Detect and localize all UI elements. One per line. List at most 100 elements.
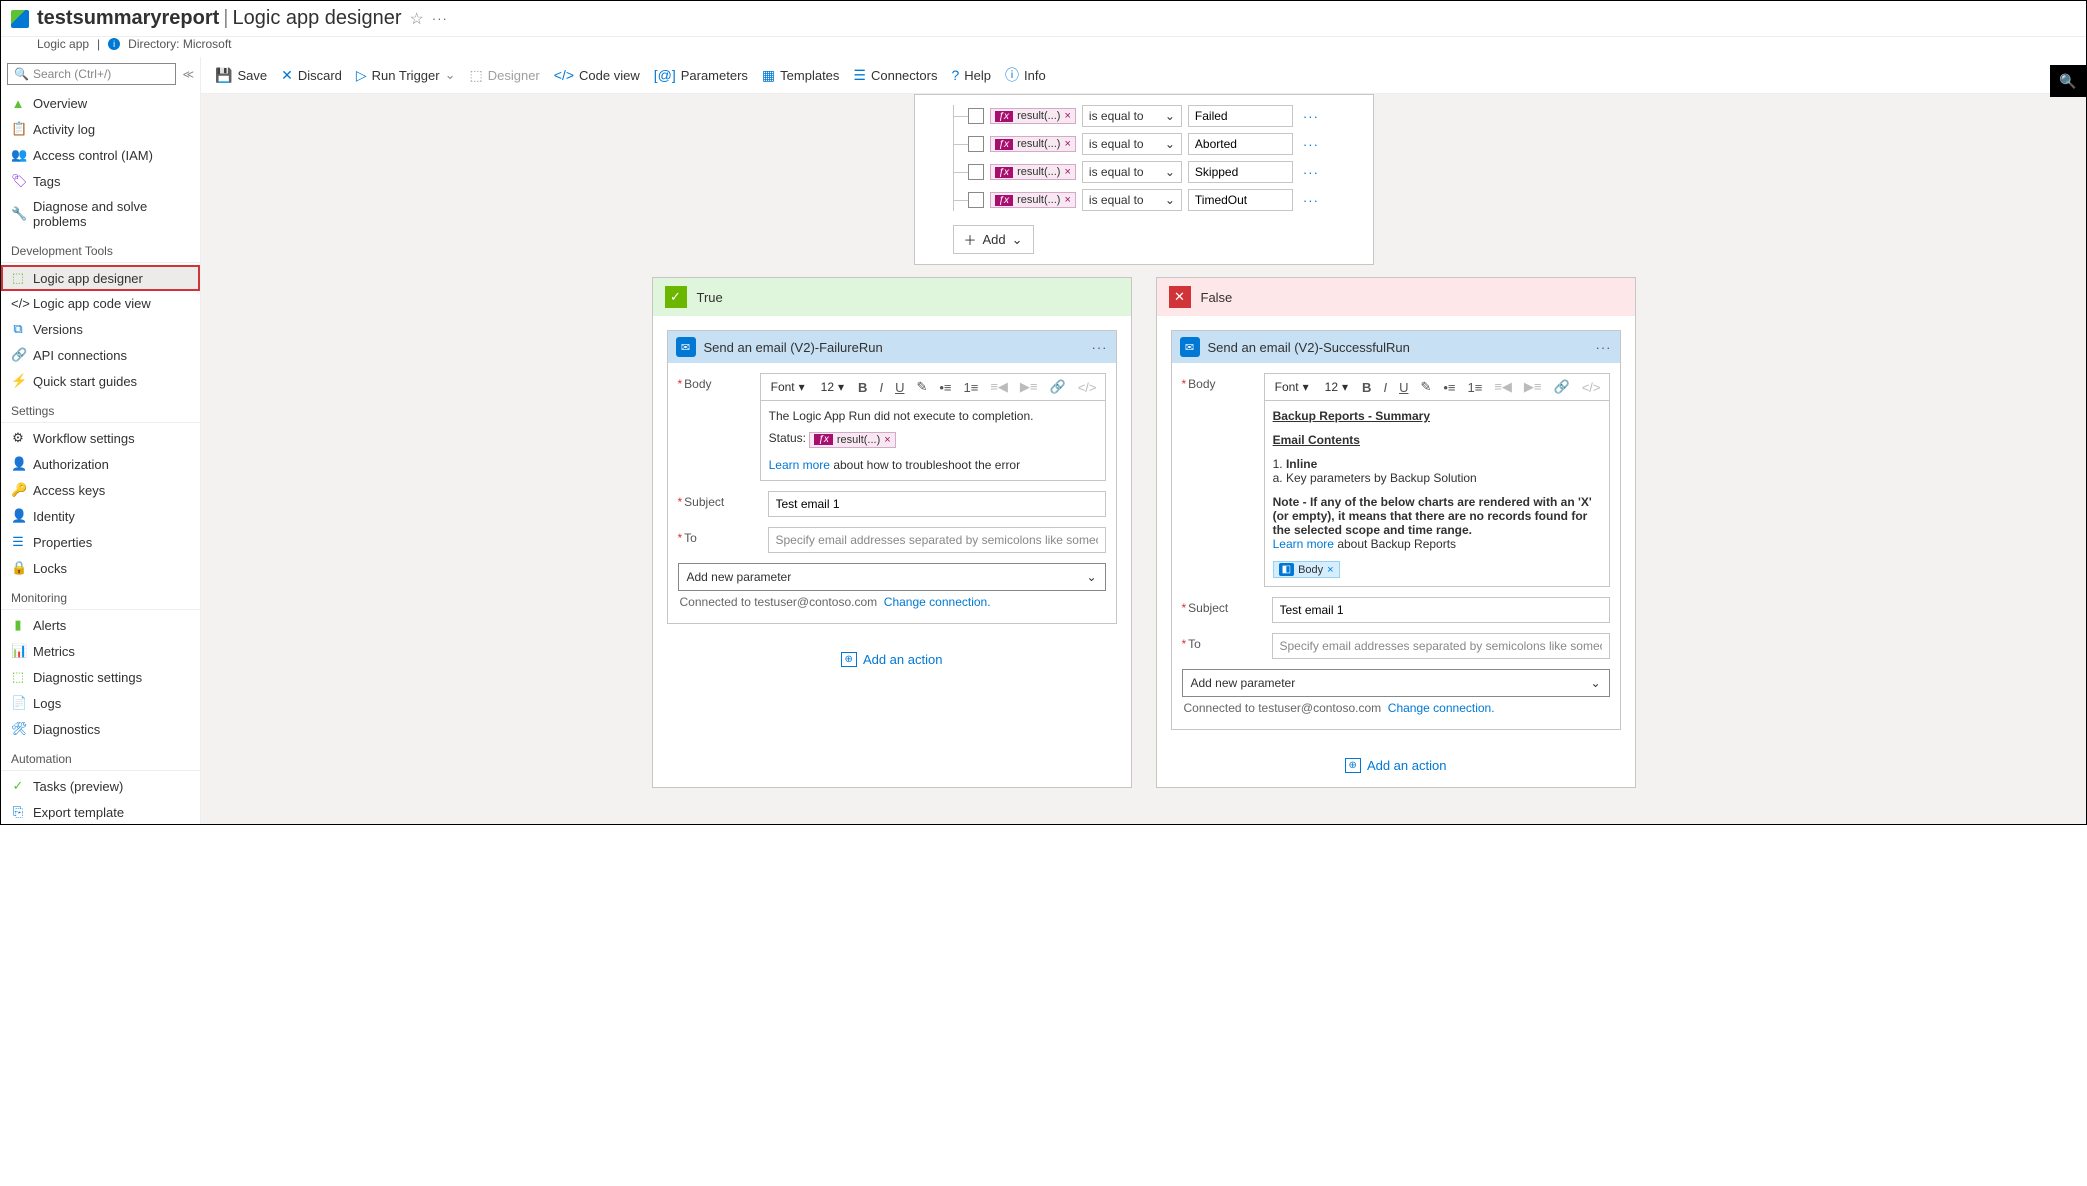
value-input[interactable] xyxy=(1188,133,1293,155)
link-icon[interactable]: 🔗 xyxy=(1048,379,1068,395)
nav-versions[interactable]: ⧉Versions xyxy=(1,316,200,342)
remove-token-icon[interactable]: × xyxy=(1064,166,1070,178)
operator-select[interactable]: is equal to⌄ xyxy=(1082,161,1182,183)
nav-iam[interactable]: 👥Access control (IAM) xyxy=(1,142,200,168)
nav-keys[interactable]: 🔑Access keys xyxy=(1,477,200,503)
add-parameter-select[interactable]: Add new parameter⌄ xyxy=(678,563,1106,591)
font-select[interactable]: Font ▾ xyxy=(1271,378,1313,396)
operator-select[interactable]: is equal to⌄ xyxy=(1082,105,1182,127)
connectors-button[interactable]: ☰Connectors xyxy=(853,67,937,84)
nav-workflow[interactable]: ⚙Workflow settings xyxy=(1,425,200,451)
nav-activity[interactable]: 📋Activity log xyxy=(1,116,200,142)
bold-icon[interactable]: B xyxy=(856,380,869,395)
nav-quick[interactable]: ⚡Quick start guides xyxy=(1,368,200,394)
nav-auth[interactable]: 👤Authorization xyxy=(1,451,200,477)
edit-icon[interactable]: ✎ xyxy=(914,379,929,395)
row-checkbox[interactable] xyxy=(968,136,984,152)
indent-icon[interactable]: ▶≡ xyxy=(1018,379,1040,395)
card-header[interactable]: ✉ Send an email (V2)-SuccessfulRun ··· xyxy=(1172,331,1620,363)
code-view-button[interactable]: </>Code view xyxy=(554,67,640,83)
remove-token-icon[interactable]: × xyxy=(1064,138,1070,150)
operator-select[interactable]: is equal to⌄ xyxy=(1082,133,1182,155)
false-branch-header[interactable]: ✕ False xyxy=(1157,278,1635,316)
subject-input[interactable] xyxy=(768,491,1106,517)
value-input[interactable] xyxy=(1188,161,1293,183)
outdent-icon[interactable]: ≡◀ xyxy=(988,379,1010,395)
remove-token-icon[interactable]: × xyxy=(1064,110,1070,122)
expression-token[interactable]: ƒxresult(...)× xyxy=(990,164,1076,180)
subject-input[interactable] xyxy=(1272,597,1610,623)
nav-diagnostics[interactable]: 🛠Diagnostics xyxy=(1,716,200,742)
row-more-icon[interactable]: ··· xyxy=(1299,109,1323,124)
expression-token[interactable]: ƒxresult(...)× xyxy=(990,108,1076,124)
italic-icon[interactable]: I xyxy=(1381,380,1389,395)
run-trigger-button[interactable]: ▷Run Trigger⌄ xyxy=(356,67,456,84)
add-parameter-select[interactable]: Add new parameter⌄ xyxy=(1182,669,1610,697)
font-select[interactable]: Font ▾ xyxy=(767,378,809,396)
nav-codeview[interactable]: </>Logic app code view xyxy=(1,291,200,316)
remove-token-icon[interactable]: × xyxy=(1327,564,1333,576)
remove-token-icon[interactable]: × xyxy=(1064,194,1070,206)
discard-button[interactable]: ✕Discard xyxy=(281,67,342,84)
nav-locks[interactable]: 🔒Locks xyxy=(1,555,200,581)
nav-designer[interactable]: ⬚Logic app designer xyxy=(1,265,200,291)
nav-alerts[interactable]: ▮Alerts xyxy=(1,612,200,638)
add-condition-button[interactable]: ＋Add⌄ xyxy=(953,225,1034,254)
operator-select[interactable]: is equal to⌄ xyxy=(1082,189,1182,211)
edit-icon[interactable]: ✎ xyxy=(1418,379,1433,395)
remove-token-icon[interactable]: × xyxy=(884,434,890,446)
bullets-icon[interactable]: •≡ xyxy=(937,380,953,395)
row-checkbox[interactable] xyxy=(968,108,984,124)
templates-button[interactable]: ▦Templates xyxy=(762,67,839,84)
expression-token[interactable]: ƒxresult(...)× xyxy=(990,192,1076,208)
code-icon[interactable]: </> xyxy=(1580,380,1603,395)
save-button[interactable]: 💾Save xyxy=(215,67,267,84)
row-checkbox[interactable] xyxy=(968,192,984,208)
card-more-icon[interactable]: ··· xyxy=(1596,340,1612,355)
italic-icon[interactable]: I xyxy=(877,380,885,395)
favorite-icon[interactable]: ☆ xyxy=(410,9,424,29)
nav-overview[interactable]: ▲Overview xyxy=(1,91,200,116)
sidebar-search[interactable]: 🔍 Search (Ctrl+/) xyxy=(7,63,176,85)
size-select[interactable]: 12 ▾ xyxy=(1321,378,1352,396)
underline-icon[interactable]: U xyxy=(893,380,906,395)
numbered-icon[interactable]: 1≡ xyxy=(1466,380,1485,395)
size-select[interactable]: 12 ▾ xyxy=(817,378,848,396)
indent-icon[interactable]: ▶≡ xyxy=(1522,379,1544,395)
value-input[interactable] xyxy=(1188,189,1293,211)
row-more-icon[interactable]: ··· xyxy=(1299,193,1323,208)
nav-logs[interactable]: 📄Logs xyxy=(1,690,200,716)
card-header[interactable]: ✉ Send an email (V2)-FailureRun ··· xyxy=(668,331,1116,363)
designer-button[interactable]: ⬚Designer xyxy=(470,67,540,84)
change-connection-link[interactable]: Change connection. xyxy=(1388,701,1495,715)
nav-diagnose[interactable]: 🔧Diagnose and solve problems xyxy=(1,194,200,234)
header-more-icon[interactable]: ··· xyxy=(432,11,448,26)
nav-diagset[interactable]: ⬚Diagnostic settings xyxy=(1,664,200,690)
nav-identity[interactable]: 👤Identity xyxy=(1,503,200,529)
link-icon[interactable]: 🔗 xyxy=(1552,379,1572,395)
card-more-icon[interactable]: ··· xyxy=(1092,340,1108,355)
row-more-icon[interactable]: ··· xyxy=(1299,165,1323,180)
to-input[interactable] xyxy=(768,527,1106,553)
body-editor[interactable]: The Logic App Run did not execute to com… xyxy=(760,400,1106,481)
nav-metrics[interactable]: 📊Metrics xyxy=(1,638,200,664)
zoom-icon[interactable]: 🔍 xyxy=(2050,65,2086,97)
info-button[interactable]: ⓘInfo xyxy=(1005,65,1046,85)
learn-more-link[interactable]: Learn more xyxy=(1273,537,1334,551)
learn-more-link[interactable]: Learn more xyxy=(769,458,830,472)
underline-icon[interactable]: U xyxy=(1397,380,1410,395)
add-action-button[interactable]: ⊕Add an action xyxy=(653,638,1131,681)
nav-props[interactable]: ☰Properties xyxy=(1,529,200,555)
nav-export[interactable]: ⎘Export template xyxy=(1,799,200,824)
change-connection-link[interactable]: Change connection. xyxy=(884,595,991,609)
value-input[interactable] xyxy=(1188,105,1293,127)
row-more-icon[interactable]: ··· xyxy=(1299,137,1323,152)
bullets-icon[interactable]: •≡ xyxy=(1441,380,1457,395)
add-action-button[interactable]: ⊕Add an action xyxy=(1157,744,1635,787)
help-button[interactable]: ?Help xyxy=(951,67,991,83)
parameters-button[interactable]: [@]Parameters xyxy=(654,67,748,83)
nav-api[interactable]: 🔗API connections xyxy=(1,342,200,368)
true-branch-header[interactable]: ✓ True xyxy=(653,278,1131,316)
dynamic-content-token[interactable]: ◧Body× xyxy=(1273,561,1340,578)
outdent-icon[interactable]: ≡◀ xyxy=(1492,379,1514,395)
